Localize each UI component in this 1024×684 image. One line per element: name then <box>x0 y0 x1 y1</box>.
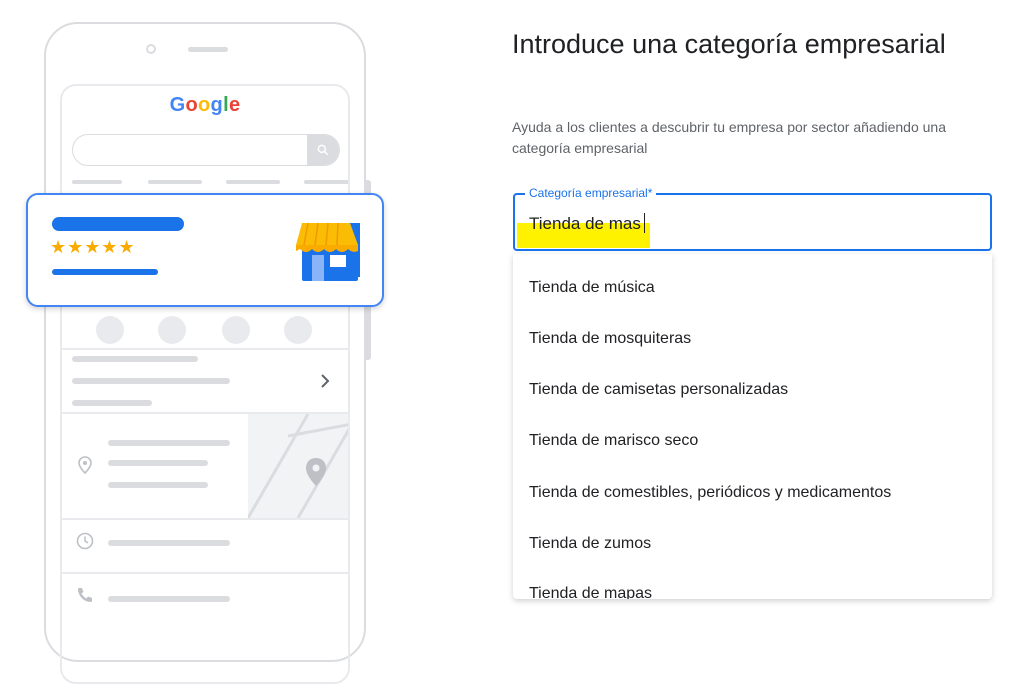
clock-icon <box>76 532 94 555</box>
suggestion-option[interactable]: Tienda de camisetas personalizadas <box>529 381 788 399</box>
mock-text-line <box>108 540 230 546</box>
mock-tab-line <box>226 180 280 184</box>
google-logo: Google <box>169 94 241 116</box>
category-field-label: Categoría empresarial* <box>525 186 657 200</box>
chevron-right-icon <box>320 374 330 393</box>
category-input[interactable] <box>529 211 969 237</box>
mock-text-line <box>72 400 152 406</box>
suggestion-option[interactable]: Tienda de música <box>529 279 655 297</box>
mock-text-line <box>108 482 208 488</box>
category-field: Categoría empresarial* <box>513 186 992 251</box>
phone-icon <box>76 586 94 609</box>
section-divider <box>62 348 348 350</box>
business-info-placeholder <box>52 269 158 275</box>
location-pin-icon <box>78 456 92 479</box>
suggestion-option[interactable]: Tienda de mosquiteras <box>529 330 691 348</box>
section-divider <box>62 572 348 574</box>
business-profile-card: ★★★★★ <box>26 193 384 307</box>
bookmark-icon <box>222 316 250 344</box>
phone-camera <box>146 44 156 54</box>
phone-illustration: Google <box>44 22 366 684</box>
text-cursor <box>644 213 645 233</box>
suggestion-option[interactable]: Tienda de mapas <box>529 585 652 599</box>
section-divider <box>62 518 348 520</box>
mock-text-line <box>72 378 230 384</box>
business-name-placeholder <box>52 217 184 231</box>
mock-text-line <box>72 356 198 362</box>
page-title: Introduce una categoría empresarial <box>512 29 946 59</box>
mock-text-line <box>108 460 208 466</box>
mock-tab-line <box>304 180 348 184</box>
rating-stars: ★★★★★ <box>50 237 136 257</box>
mock-tab-line <box>72 180 122 184</box>
suggestion-option[interactable]: Tienda de marisco seco <box>529 432 698 450</box>
phone-screen: Google <box>60 84 350 684</box>
directions-icon <box>158 316 186 344</box>
mock-tab-line <box>148 180 202 184</box>
suggestion-option[interactable]: Tienda de zumos <box>529 535 651 553</box>
mock-text-line <box>108 596 230 602</box>
website-icon <box>284 316 312 344</box>
search-icon <box>307 135 339 165</box>
page-subtitle: Ayuda a los clientes a descubrir tu empr… <box>512 119 947 156</box>
mock-search-bar <box>72 134 340 166</box>
map-thumbnail <box>248 414 348 518</box>
mock-text-line <box>108 440 230 446</box>
phone-speaker <box>188 47 228 52</box>
storefront-icon <box>296 219 362 288</box>
phone-call-icon <box>96 316 124 344</box>
suggestions-dropdown: Tienda de música Tienda de mosquiteras T… <box>513 254 992 599</box>
suggestion-option[interactable]: Tienda de comestibles, periódicos y medi… <box>529 484 891 502</box>
